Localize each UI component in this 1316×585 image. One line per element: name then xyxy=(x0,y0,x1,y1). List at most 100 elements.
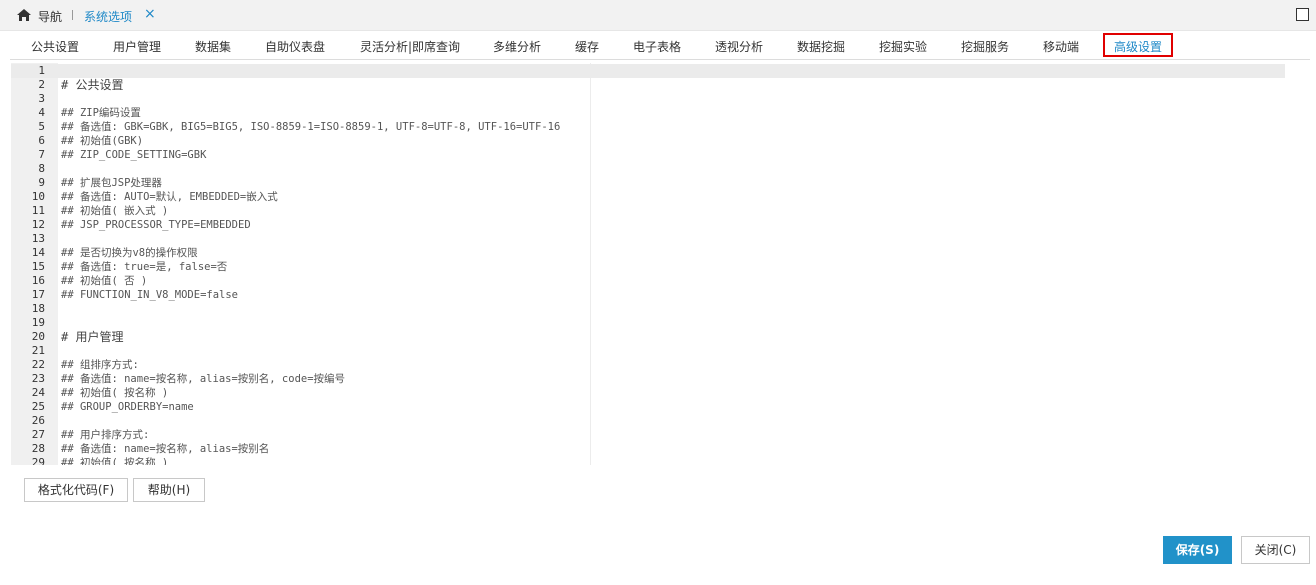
code-text[interactable]: # 公共设置 xyxy=(61,78,123,92)
code-line[interactable]: 19 xyxy=(11,316,1285,330)
code-text[interactable]: ## 组排序方式: xyxy=(61,358,139,372)
code-line[interactable]: 24 ## 初始值( 按名称 ) xyxy=(11,386,1285,400)
code-line[interactable]: 4 ## ZIP编码设置 xyxy=(11,106,1285,120)
line-number: 13 xyxy=(31,232,45,245)
code-editor[interactable]: 1 2 # 公共设置 3 4 ## ZIP编码设置 5 ## 备选值: GBK=GBK, BI… xyxy=(11,63,1285,465)
code-line[interactable]: 2 # 公共设置 xyxy=(11,78,1285,92)
help-button[interactable]: 帮助(H) xyxy=(133,478,205,502)
tab-system-options[interactable]: 系统选项 xyxy=(84,8,132,25)
code-text[interactable]: ## 初始值( 否 ) xyxy=(61,274,147,288)
title-bar: 导航 系统选项 × xyxy=(0,0,1316,31)
close-tab-icon[interactable]: × xyxy=(144,6,156,22)
code-line[interactable]: 7 ## ZIP_CODE_SETTING=GBK xyxy=(11,148,1285,162)
code-text[interactable]: ## 备选值: true=是, false=否 xyxy=(61,260,227,274)
line-number: 27 xyxy=(31,428,45,441)
save-button[interactable]: 保存(S) xyxy=(1163,536,1232,564)
line-number: 19 xyxy=(31,316,45,329)
code-text[interactable]: ## 初始值( 按名称 ) xyxy=(61,456,168,465)
code-line[interactable]: 25 ## GROUP_ORDERBY=name xyxy=(11,400,1285,414)
line-number: 14 xyxy=(31,246,45,259)
tab-pivot-analysis[interactable]: 透视分析 xyxy=(715,38,763,55)
tab-data-mining[interactable]: 数据挖掘 xyxy=(797,38,845,55)
line-number: 29 xyxy=(31,456,45,465)
line-number: 11 xyxy=(31,204,45,217)
line-number: 2 xyxy=(38,78,45,91)
line-number: 12 xyxy=(31,218,45,231)
code-line[interactable]: 3 xyxy=(11,92,1285,106)
close-button[interactable]: 关闭(C) xyxy=(1241,536,1310,564)
line-number: 4 xyxy=(38,106,45,119)
code-line[interactable]: 11 ## 初始值( 嵌入式 ) xyxy=(11,204,1285,218)
code-line[interactable]: 28 ## 备选值: name=按名称, alias=按别名 xyxy=(11,442,1285,456)
line-number: 10 xyxy=(31,190,45,203)
tab-advanced-settings[interactable]: 高级设置 xyxy=(1103,33,1174,57)
line-number: 9 xyxy=(38,176,45,189)
line-number: 1 xyxy=(38,64,45,77)
code-line[interactable]: 16 ## 初始值( 否 ) xyxy=(11,274,1285,288)
code-line[interactable]: 21 xyxy=(11,344,1285,358)
code-line[interactable]: 17 ## FUNCTION_IN_V8_MODE=false xyxy=(11,288,1285,302)
nav-label[interactable]: 导航 xyxy=(38,8,62,25)
code-text[interactable]: ## 备选值: AUTO=默认, EMBEDDED=嵌入式 xyxy=(61,190,278,204)
line-number: 15 xyxy=(31,260,45,273)
maximize-icon[interactable] xyxy=(1296,8,1309,21)
line-number: 7 xyxy=(38,148,45,161)
line-number: 8 xyxy=(38,162,45,175)
line-number: 23 xyxy=(31,372,45,385)
line-number: 17 xyxy=(31,288,45,301)
code-line[interactable]: 13 xyxy=(11,232,1285,246)
code-text[interactable]: ## 备选值: name=按名称, alias=按别名 xyxy=(61,442,269,456)
tab-cache[interactable]: 缓存 xyxy=(575,38,599,55)
code-line[interactable]: 1 xyxy=(11,64,1285,78)
tab-user-management[interactable]: 用户管理 xyxy=(113,38,161,55)
code-text[interactable]: ## 初始值(GBK) xyxy=(61,134,143,148)
code-text[interactable]: ## 扩展包JSP处理器 xyxy=(61,176,162,190)
tab-public-settings[interactable]: 公共设置 xyxy=(31,38,79,55)
tab-flexible-analysis[interactable]: 灵活分析|即席查询 xyxy=(360,38,460,55)
breadcrumb-separator xyxy=(72,10,73,20)
code-text[interactable]: ## GROUP_ORDERBY=name xyxy=(61,400,194,414)
code-text[interactable]: ## 初始值( 嵌入式 ) xyxy=(61,204,168,218)
code-line[interactable]: 18 xyxy=(11,302,1285,316)
tab-mining-service[interactable]: 挖掘服务 xyxy=(961,38,1009,55)
format-code-button[interactable]: 格式化代码(F) xyxy=(24,478,128,502)
code-text[interactable]: ## 备选值: name=按名称, alias=按别名, code=按编号 xyxy=(61,372,345,386)
code-line[interactable]: 8 xyxy=(11,162,1285,176)
tab-multidimensional-analysis[interactable]: 多维分析 xyxy=(493,38,541,55)
code-text[interactable]: ## ZIP编码设置 xyxy=(61,106,141,120)
code-text[interactable]: ## 是否切换为v8的操作权限 xyxy=(61,246,198,260)
line-number: 6 xyxy=(38,134,45,147)
code-line[interactable]: 20 # 用户管理 xyxy=(11,330,1285,344)
line-number: 18 xyxy=(31,302,45,315)
code-line[interactable]: 29 ## 初始值( 按名称 ) xyxy=(11,456,1285,465)
code-text[interactable]: ## 初始值( 按名称 ) xyxy=(61,386,168,400)
settings-tabs: 公共设置 用户管理 数据集 自助仪表盘 灵活分析|即席查询 多维分析 缓存 电子… xyxy=(10,33,1310,60)
code-text[interactable]: ## 用户排序方式: xyxy=(61,428,149,442)
home-icon[interactable] xyxy=(16,8,32,22)
code-line[interactable]: 26 xyxy=(11,414,1285,428)
code-line[interactable]: 15 ## 备选值: true=是, false=否 xyxy=(11,260,1285,274)
code-text[interactable]: # 用户管理 xyxy=(61,330,123,344)
code-line[interactable]: 22 ## 组排序方式: xyxy=(11,358,1285,372)
code-text[interactable]: ## JSP_PROCESSOR_TYPE=EMBEDDED xyxy=(61,218,251,232)
code-text[interactable]: ## FUNCTION_IN_V8_MODE=false xyxy=(61,288,238,302)
line-number: 16 xyxy=(31,274,45,287)
tab-spreadsheet[interactable]: 电子表格 xyxy=(633,38,681,55)
code-line[interactable]: 5 ## 备选值: GBK=GBK, BIG5=BIG5, ISO-8859-1=… xyxy=(11,120,1285,134)
line-number: 25 xyxy=(31,400,45,413)
tab-mobile[interactable]: 移动端 xyxy=(1043,38,1079,55)
code-line[interactable]: 6 ## 初始值(GBK) xyxy=(11,134,1285,148)
code-line[interactable]: 9 ## 扩展包JSP处理器 xyxy=(11,176,1285,190)
line-number: 28 xyxy=(31,442,45,455)
tab-mining-experiment[interactable]: 挖掘实验 xyxy=(879,38,927,55)
code-line[interactable]: 27 ## 用户排序方式: xyxy=(11,428,1285,442)
code-line[interactable]: 10 ## 备选值: AUTO=默认, EMBEDDED=嵌入式 xyxy=(11,190,1285,204)
code-text[interactable]: ## 备选值: GBK=GBK, BIG5=BIG5, ISO-8859-1=I… xyxy=(61,120,560,134)
line-number: 24 xyxy=(31,386,45,399)
tab-datasets[interactable]: 数据集 xyxy=(195,38,231,55)
code-line[interactable]: 12 ## JSP_PROCESSOR_TYPE=EMBEDDED xyxy=(11,218,1285,232)
code-line[interactable]: 14 ## 是否切换为v8的操作权限 xyxy=(11,246,1285,260)
code-line[interactable]: 23 ## 备选值: name=按名称, alias=按别名, code=按编号 xyxy=(11,372,1285,386)
tab-self-service-dashboard[interactable]: 自助仪表盘 xyxy=(265,38,325,55)
code-text[interactable]: ## ZIP_CODE_SETTING=GBK xyxy=(61,148,206,162)
